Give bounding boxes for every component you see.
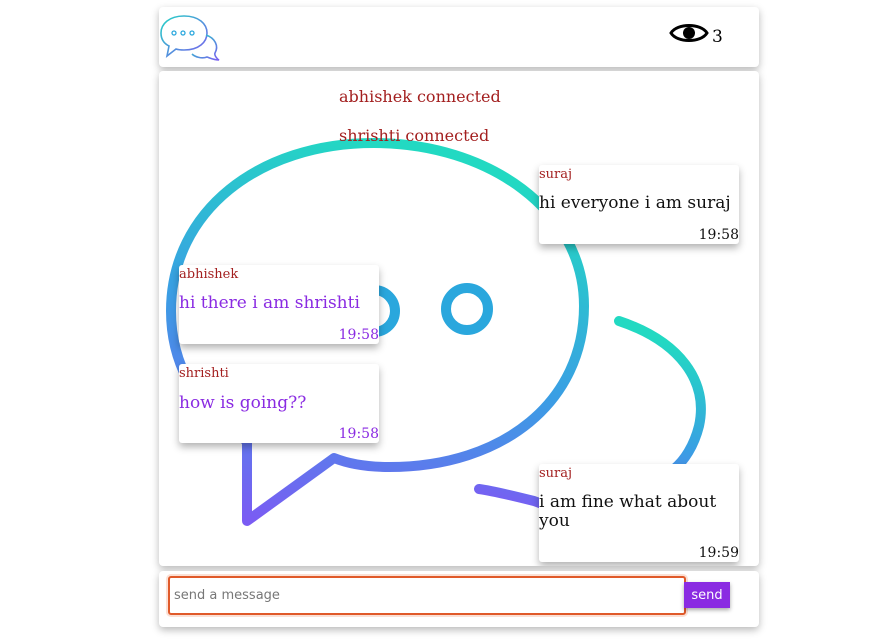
eye-icon xyxy=(669,24,709,42)
viewer-count-value: 3 xyxy=(712,27,723,47)
message-author: suraj xyxy=(539,167,573,182)
message-text: hi everyone i am suraj xyxy=(539,193,731,213)
message-time: 19:58 xyxy=(698,227,739,243)
message-author: abhishek xyxy=(179,267,239,282)
connection-notice: shrishti connected xyxy=(339,126,490,145)
app-header: 3 xyxy=(159,7,759,67)
message-input[interactable] xyxy=(168,576,686,615)
viewer-count: 3 xyxy=(669,19,723,47)
message-bubble: suraj hi everyone i am suraj 19:58 xyxy=(539,165,739,244)
message-author: suraj xyxy=(539,466,573,481)
message-time: 19:59 xyxy=(698,545,739,561)
chat-bubbles-logo-icon[interactable] xyxy=(159,13,221,61)
connection-notice: abhishek connected xyxy=(339,87,501,106)
message-time: 19:58 xyxy=(338,327,379,343)
message-bubble: abhishek hi there i am shrishti 19:58 xyxy=(179,265,379,344)
message-bubble: suraj i am fine what about you 19:59 xyxy=(539,464,739,562)
chat-window[interactable]: abhishek connected shrishti connected su… xyxy=(159,71,759,566)
message-author: shrishti xyxy=(179,366,229,381)
message-text: how is going?? xyxy=(179,393,307,413)
message-composer: send xyxy=(159,571,759,627)
message-time: 19:58 xyxy=(338,426,379,442)
message-text: hi there i am shrishti xyxy=(179,293,360,313)
message-bubble: shrishti how is going?? 19:58 xyxy=(179,364,379,443)
message-text: i am fine what about you xyxy=(539,492,717,531)
send-button[interactable]: send xyxy=(684,582,730,608)
